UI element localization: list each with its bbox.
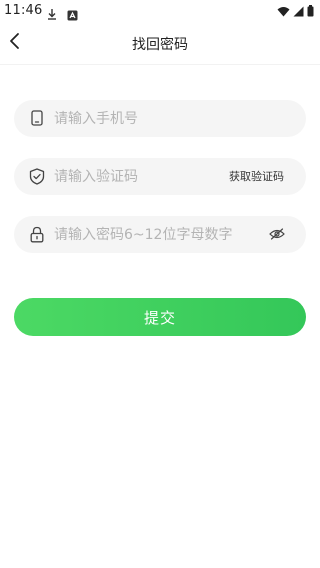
download-icon (46, 5, 58, 20)
app-notification-icon (67, 6, 78, 21)
wifi-icon (277, 2, 290, 21)
phone-field[interactable] (14, 100, 306, 137)
submit-button[interactable]: 提交 (14, 298, 306, 336)
lock-icon (28, 225, 46, 243)
phone-icon (28, 109, 46, 127)
nav-bar: 找回密码 (0, 24, 320, 65)
status-time: 11:46 (4, 3, 43, 18)
password-input[interactable] (54, 216, 259, 253)
battery-icon (307, 2, 314, 21)
page-title: 找回密码 (132, 37, 188, 53)
eye-hidden-icon[interactable] (268, 225, 286, 243)
status-bar: 11:46 (0, 0, 320, 24)
status-indicators (277, 4, 314, 18)
verification-code-input[interactable] (54, 158, 214, 195)
signal-icon (293, 2, 304, 21)
get-code-button[interactable]: 获取验证码 (229, 158, 284, 195)
shield-check-icon (28, 167, 46, 185)
password-field[interactable] (14, 216, 306, 253)
phone-input[interactable] (54, 100, 294, 137)
verification-code-field[interactable]: 获取验证码 (14, 158, 306, 195)
